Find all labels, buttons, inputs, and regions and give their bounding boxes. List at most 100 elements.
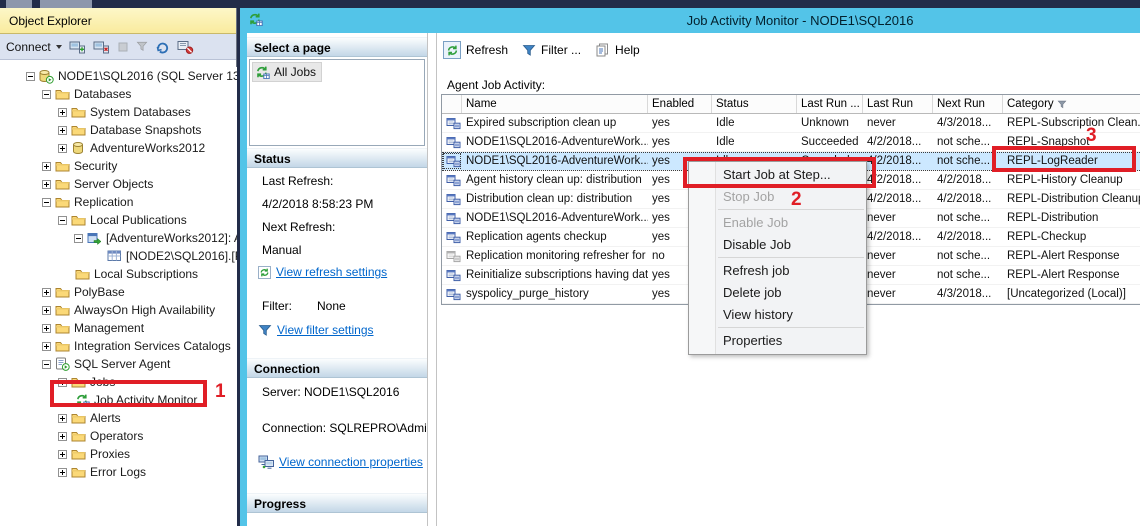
cell-name: Distribution clean up: distribution (462, 190, 648, 208)
window-titlebar[interactable]: Job Activity Monitor - NODE1\SQL2016 (240, 8, 1140, 33)
tree-item-node2-sql2016-pro[interactable]: [NODE2\SQL2016].[Pro (0, 247, 237, 265)
cell-text: Succeeded (801, 133, 859, 151)
expand-plus-icon[interactable] (42, 162, 51, 171)
filter-button[interactable]: Filter ... (522, 43, 581, 57)
column-header-category[interactable]: Category (1003, 95, 1140, 113)
cell-category: REPL-Alert Response (1003, 266, 1140, 284)
menu-item-start-job-at-step[interactable]: Start Job at Step... (689, 164, 866, 186)
expand-plus-icon[interactable] (58, 378, 67, 387)
job-icon (446, 269, 461, 282)
expand-plus-icon[interactable] (58, 414, 67, 423)
expand-plus-icon[interactable] (42, 342, 51, 351)
collapse-minus-icon[interactable] (42, 90, 51, 99)
refresh-icon[interactable] (155, 40, 170, 54)
tree-item-integration-services-catalogs[interactable]: Integration Services Catalogs (0, 337, 237, 355)
column-header-status[interactable]: Status (712, 95, 797, 113)
tree-item-sql-server-agent[interactable]: SQL Server Agent (0, 355, 237, 373)
tree-item-operators[interactable]: Operators (0, 427, 237, 445)
folder-icon (70, 448, 86, 460)
menu-item-label: Delete job (723, 285, 782, 300)
tree-item-local-publications[interactable]: Local Publications (0, 211, 237, 229)
view-connection-properties-label[interactable]: View connection properties (279, 455, 423, 469)
expand-plus-icon[interactable] (58, 450, 67, 459)
connection-server-line: Server: NODE1\SQL2016 (262, 385, 399, 399)
expand-plus-icon[interactable] (58, 108, 67, 117)
dialog-left-pane: Select a page All Jobs Status Last Refre… (247, 33, 427, 526)
folder-icon (70, 430, 86, 442)
expand-plus-icon[interactable] (42, 180, 51, 189)
tree-item-jobs[interactable]: Jobs (0, 373, 237, 391)
tree-item-management[interactable]: Management (0, 319, 237, 337)
menu-item-label: Refresh job (723, 263, 789, 278)
cell-category: REPL-Subscription Clean... (1003, 114, 1140, 132)
tree-item-label: System Databases (86, 103, 191, 121)
view-filter-settings-label[interactable]: View filter settings (277, 323, 374, 337)
menu-item-properties[interactable]: Properties (689, 330, 866, 352)
job-row-2[interactable]: NODE1\SQL2016-AdventureWork...yesIdleSuc… (442, 133, 1140, 152)
cell-last_run: never (863, 247, 933, 265)
view-refresh-settings-label[interactable]: View refresh settings (276, 265, 387, 279)
column-header-last_run[interactable]: Last Run (863, 95, 933, 113)
column-header-enabled[interactable]: Enabled (648, 95, 712, 113)
tree-item-polybase[interactable]: PolyBase (0, 283, 237, 301)
connect-server-icon[interactable] (69, 40, 86, 54)
tree-item-adventureworks2012[interactable]: AdventureWorks2012 (0, 139, 237, 157)
tree-item-replication[interactable]: Replication (0, 193, 237, 211)
view-connection-properties-link[interactable]: View connection properties (258, 455, 423, 469)
job-row-1[interactable]: Expired subscription clean upyesIdleUnkn… (442, 114, 1140, 133)
column-header-last_run_outcome[interactable]: Last Run ... (797, 95, 863, 113)
tree-item-label: Local Subscriptions (90, 265, 198, 283)
collapse-minus-icon[interactable] (26, 72, 35, 81)
expand-plus-icon[interactable] (42, 288, 51, 297)
folder-icon (70, 412, 86, 424)
disconnect-server-icon[interactable] (93, 40, 110, 54)
expand-plus-icon[interactable] (42, 306, 51, 315)
tree-item-alerts[interactable]: Alerts (0, 409, 237, 427)
tree-item-security[interactable]: Security (0, 157, 237, 175)
tree-item-error-logs[interactable]: Error Logs (0, 463, 237, 481)
object-explorer-toolbar: Connect (0, 34, 236, 60)
filter-icon[interactable] (136, 41, 148, 52)
expand-plus-icon[interactable] (58, 144, 67, 153)
expand-plus-icon[interactable] (42, 324, 51, 333)
view-filter-settings-link[interactable]: View filter settings (258, 323, 374, 337)
tree-item-database-snapshots[interactable]: Database Snapshots (0, 121, 237, 139)
cell-text: 4/2/2018... (867, 171, 921, 189)
pane-splitter[interactable] (427, 33, 437, 526)
view-refresh-settings-link[interactable]: View refresh settings (258, 265, 387, 279)
tree-item-alwayson-high-availability[interactable]: AlwaysOn High Availability (0, 301, 237, 319)
tree-item-server-objects[interactable]: Server Objects (0, 175, 237, 193)
menu-item-delete-job[interactable]: Delete job (689, 282, 866, 304)
help-button[interactable]: Help (595, 43, 640, 57)
job-icon (446, 174, 461, 187)
cell-name: Replication agents checkup (462, 228, 648, 246)
collapse-minus-icon[interactable] (42, 360, 51, 369)
tree-item-local-subscriptions[interactable]: Local Subscriptions (0, 265, 237, 283)
job-icon (442, 247, 462, 265)
refresh-button[interactable]: Refresh (443, 41, 508, 59)
stop-icon[interactable] (117, 41, 129, 53)
expand-plus-icon[interactable] (58, 468, 67, 477)
tree-item-job-activity-monitor[interactable]: Job Activity Monitor (0, 391, 237, 409)
column-header-next_run[interactable]: Next Run (933, 95, 1003, 113)
collapse-minus-icon[interactable] (58, 216, 67, 225)
connect-button[interactable]: Connect (6, 40, 62, 54)
menu-item-view-history[interactable]: View history (689, 304, 866, 326)
menu-item-refresh-job[interactable]: Refresh job (689, 260, 866, 282)
stop-icon (117, 41, 129, 53)
page-list-item-all-jobs[interactable]: All Jobs (252, 62, 322, 82)
menu-item-disable-job[interactable]: Disable Job (689, 234, 866, 256)
tree-item-databases[interactable]: Databases (0, 85, 237, 103)
tree-item-adventureworks2012-ad[interactable]: [AdventureWorks2012]: Ad (0, 229, 237, 247)
expand-plus-icon[interactable] (58, 432, 67, 441)
tree-item-node1-sql2016-sql-server-13-0-160[interactable]: NODE1\SQL2016 (SQL Server 13.0.160 (0, 67, 237, 85)
server-error-icon[interactable] (177, 40, 194, 54)
collapse-minus-icon[interactable] (74, 234, 83, 243)
menu-item-label: Properties (723, 333, 782, 348)
tree-item-label: SQL Server Agent (70, 355, 170, 373)
tree-item-system-databases[interactable]: System Databases (0, 103, 237, 121)
column-header-name[interactable]: Name (462, 95, 648, 113)
expand-plus-icon[interactable] (58, 126, 67, 135)
collapse-minus-icon[interactable] (42, 198, 51, 207)
tree-item-proxies[interactable]: Proxies (0, 445, 237, 463)
